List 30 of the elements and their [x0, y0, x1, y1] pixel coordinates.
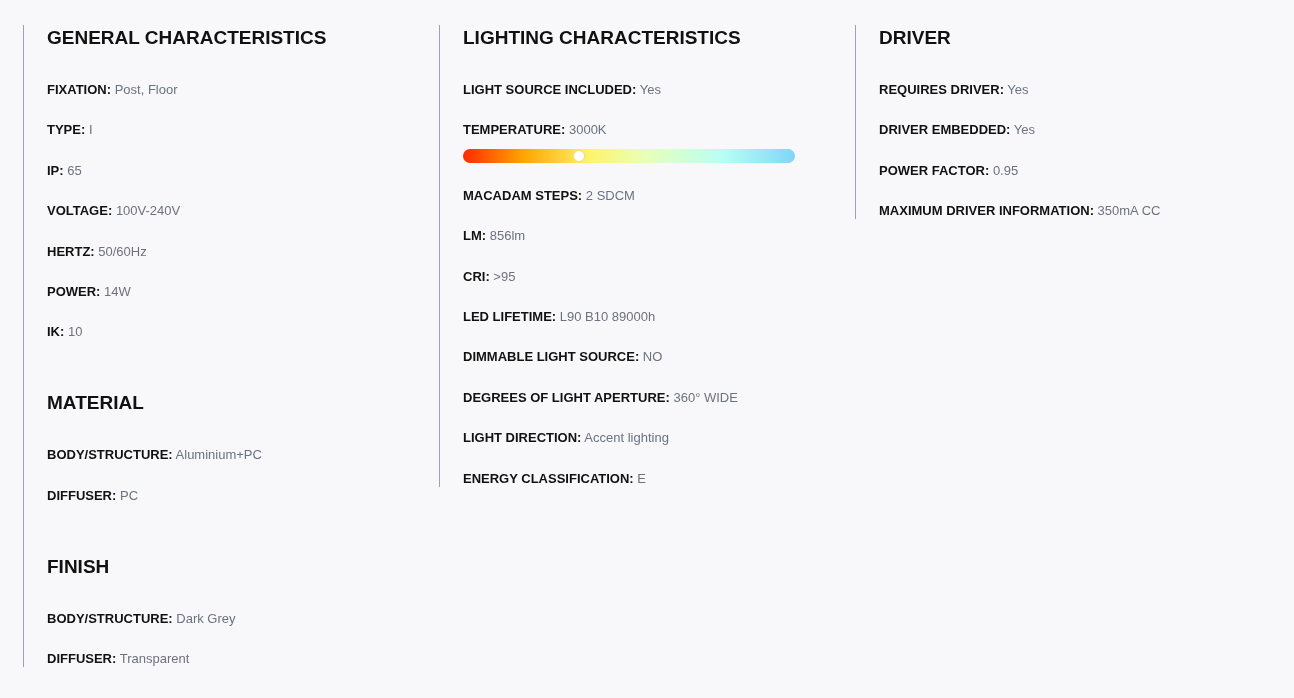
- section-heading: MATERIAL: [47, 391, 145, 416]
- spec-line: BODY/STRUCTURE: Dark Grey: [47, 610, 237, 627]
- spec-line: HERTZ: 50/60Hz: [47, 243, 148, 260]
- spec-line: IK: 10: [47, 324, 84, 341]
- spec-line: LIGHT DIRECTION: Accent lighting: [463, 430, 670, 447]
- spec-line: BODY/STRUCTURE: Aluminium+PC: [47, 447, 263, 464]
- spec-line: VOLTAGE: 100V-240V: [47, 203, 182, 220]
- section-heading: DRIVER: [879, 26, 952, 50]
- spec-line: MAXIMUM DRIVER INFORMATION: 350mA CC: [879, 203, 1162, 220]
- spec-line: LED LIFETIME: L90 B10 89000h: [463, 308, 657, 325]
- spec-line: DRIVER EMBEDDED: Yes: [879, 122, 1037, 139]
- spec-line: TEMPERATURE: 3000K: [463, 122, 608, 139]
- spec-line: POWER: 14W: [47, 283, 132, 300]
- spec-line: DIFFUSER: Transparent: [47, 651, 191, 668]
- spec-line: DIFFUSER: PC: [47, 487, 140, 504]
- spec-line: DIMMABLE LIGHT SOURCE: NO: [463, 349, 664, 366]
- spec-line: REQUIRES DRIVER: Yes: [879, 82, 1030, 98]
- spec-line: MACADAM STEPS: 2 SDCM: [463, 187, 636, 204]
- spec-line: POWER FACTOR: 0.95: [879, 162, 1020, 179]
- spec-line: DEGREES OF LIGHT APERTURE: 360° WIDE: [463, 389, 739, 406]
- spec-line: CRI: >95: [463, 268, 517, 285]
- spec-line: LIGHT SOURCE INCLUDED: Yes: [463, 82, 662, 98]
- spec-line: FIXATION: Post, Floor: [47, 82, 179, 98]
- spec-line: IP: 65: [47, 162, 83, 179]
- section-heading: LIGHTING CHARACTERISTICS: [463, 26, 742, 50]
- section-heading: GENERAL CHARACTERISTICS: [47, 26, 328, 50]
- section-heading: FINISH: [47, 554, 111, 579]
- spec-line: TYPE: I: [47, 122, 94, 139]
- spec-line: LM: 856lm: [463, 228, 527, 245]
- spec-line: ENERGY CLASSIFICATION: E: [463, 470, 647, 487]
